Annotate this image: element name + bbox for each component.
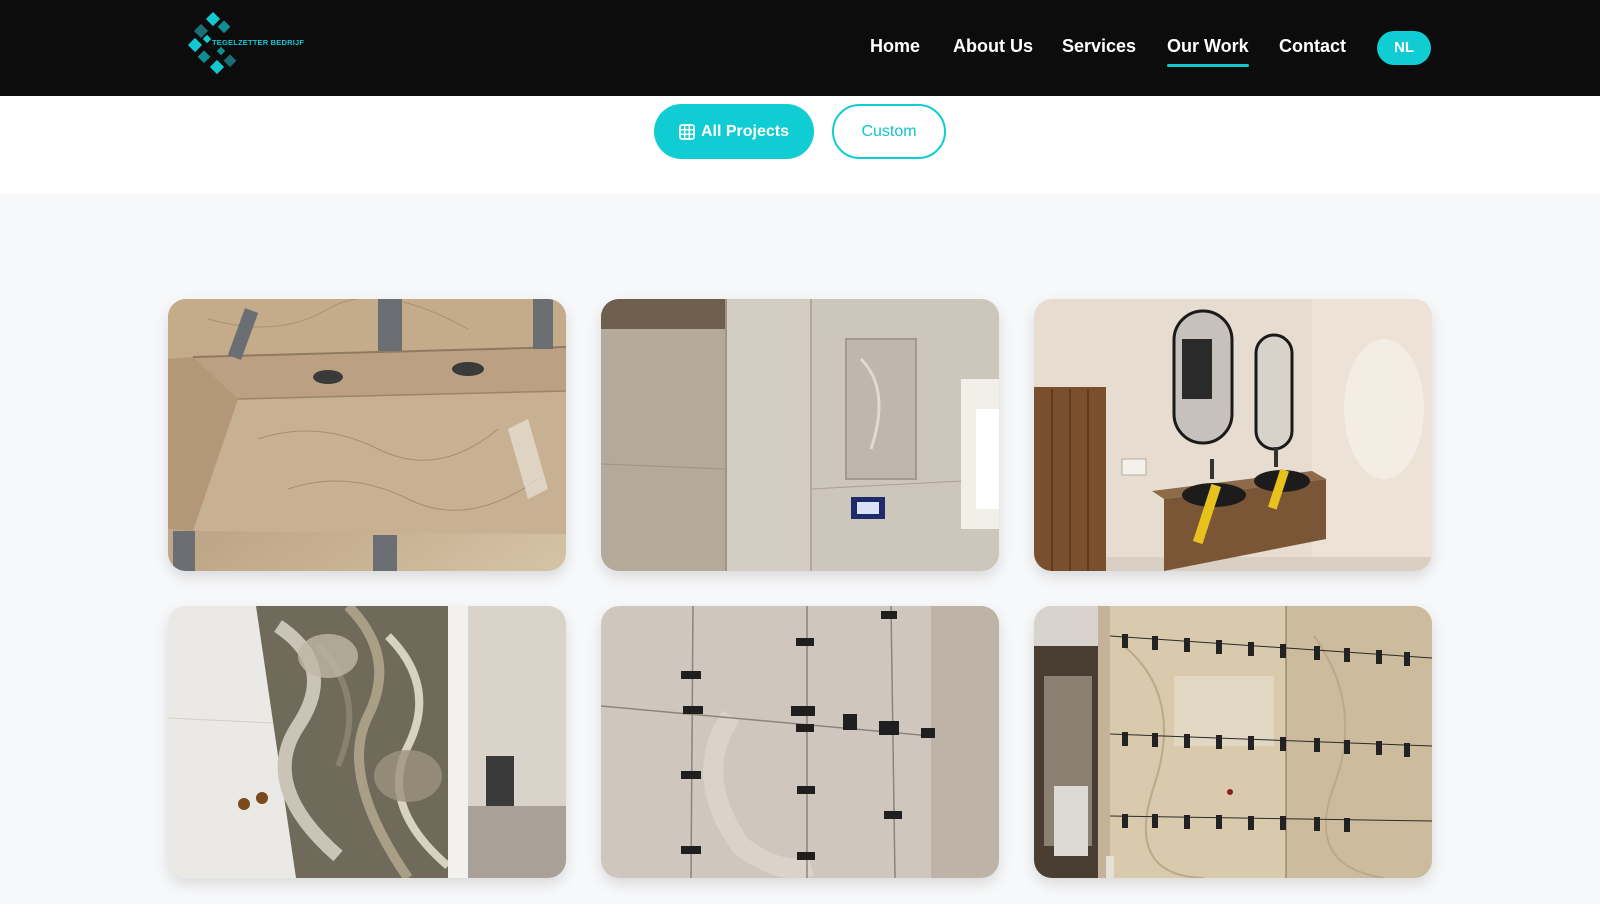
project-photo [601,606,999,878]
project-card-2[interactable] [601,299,999,571]
project-photo [1034,606,1432,878]
project-card-3[interactable] [1034,299,1432,571]
nav-our-work[interactable]: Our Work [1167,36,1249,67]
all-projects-label: All Projects [700,122,790,140]
nav-about-us[interactable]: About Us [953,36,1033,57]
nav-home[interactable]: Home [870,36,920,57]
project-filter-bar: All Projects Custom [0,96,1600,194]
project-card-4[interactable] [168,606,566,878]
custom-filter-button[interactable]: Custom [832,104,946,159]
project-photo [601,299,999,571]
project-gallery [168,299,1432,879]
main-nav: Home About Us Services Our Work Contact [0,0,1600,96]
language-toggle-button[interactable]: NL [1377,31,1431,65]
custom-filter-label: Custom [861,122,917,140]
project-photo [1034,299,1432,571]
project-card-1[interactable] [168,299,566,571]
nav-services[interactable]: Services [1062,36,1136,57]
grid-icon [679,123,695,140]
all-projects-button[interactable]: All Projects [654,104,814,159]
project-photo [168,299,566,571]
project-card-6[interactable] [1034,606,1432,878]
project-photo [168,606,566,878]
project-card-5[interactable] [601,606,999,878]
nav-contact[interactable]: Contact [1279,36,1346,57]
site-header: TEGELZETTER BEDRIJF Home About Us Servic… [0,0,1600,96]
